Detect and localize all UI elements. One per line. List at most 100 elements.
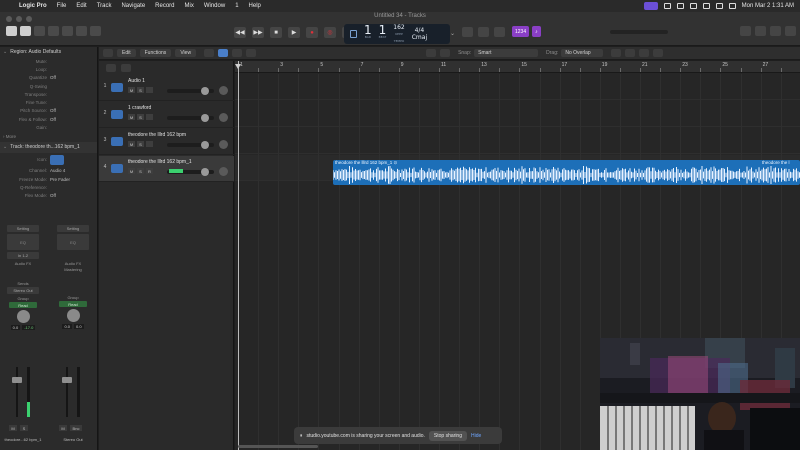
view-menu[interactable]: View [175, 49, 197, 57]
menu-navigate[interactable]: Navigate [116, 3, 150, 9]
fader-cap[interactable] [12, 377, 22, 383]
track-list-icon[interactable] [121, 64, 131, 72]
pan-knob[interactable] [219, 113, 228, 122]
stop-icon[interactable]: ■ [270, 27, 282, 38]
region-param[interactable]: Q-Swing [0, 82, 97, 90]
track-param[interactable]: Freeze Mode: Pre Fader [0, 175, 97, 183]
region-param[interactable]: Mute: [0, 57, 97, 65]
track-name[interactable]: theodore the lllrd 162 bpm [128, 132, 186, 138]
menu-help[interactable]: Help [244, 3, 266, 9]
notes-icon[interactable] [755, 26, 766, 36]
region-inspector-header[interactable]: ⌄ Region: Audio Defaults [0, 47, 97, 57]
horizontal-scrollbar[interactable] [238, 445, 318, 448]
back-icon[interactable] [103, 49, 113, 57]
bar-ruler[interactable]: 1 3 5 7 9 11 13 15 17 19 21 23 25 27 [235, 61, 800, 73]
horizontal-zoom-slider[interactable] [653, 49, 664, 57]
region-param[interactable]: Quantize Off [0, 74, 97, 82]
mute-button[interactable]: M [128, 168, 135, 174]
metronome-chip[interactable]: ♪ [532, 26, 541, 37]
track-lane[interactable] [235, 128, 800, 154]
solo-button[interactable]: S [137, 87, 144, 93]
mute-button[interactable]: M [128, 87, 135, 93]
screen-record-icon[interactable] [643, 2, 658, 10]
slider-knob[interactable] [201, 141, 209, 149]
track-row[interactable]: 3 theodore the lllrd 162 bpm M S [99, 129, 234, 155]
pan-knob[interactable] [66, 309, 80, 322]
stop-sharing-button[interactable]: Stop sharing [428, 430, 467, 441]
loop-browser-icon[interactable] [770, 26, 781, 36]
fast-forward-icon[interactable]: ▶▶ [252, 27, 264, 38]
track-name[interactable]: theodore the lllrd 162 bpm_1 [128, 159, 192, 165]
input-monitor-button[interactable] [146, 141, 153, 147]
capture-recording-icon[interactable]: ◎ [324, 27, 336, 38]
slider-knob[interactable] [201, 114, 209, 122]
library-toggle-icon[interactable] [6, 26, 17, 36]
snap-select[interactable]: Smart [474, 49, 539, 57]
hide-button[interactable]: Hide [471, 433, 481, 439]
edit-menu[interactable]: Edit [117, 49, 136, 57]
menu-track[interactable]: Track [92, 3, 117, 9]
track-icon[interactable] [111, 164, 123, 173]
region-param[interactable]: Flex & Follow: Off [0, 115, 97, 123]
list-editors-icon[interactable] [740, 26, 751, 36]
browsers-icon[interactable] [785, 26, 796, 36]
pan-knob[interactable] [219, 167, 228, 176]
track-name[interactable]: 1 crawford [128, 105, 151, 111]
eq-display[interactable]: EQ [57, 234, 89, 250]
menu-1[interactable]: 1 [230, 3, 243, 9]
master-volume-slider[interactable] [610, 30, 668, 34]
battery-icon[interactable] [689, 3, 697, 9]
wifi-icon[interactable] [702, 3, 710, 9]
functions-menu[interactable]: Functions [139, 49, 172, 57]
catch-icon[interactable] [246, 49, 257, 57]
output-slot[interactable]: Stereo Out [7, 287, 39, 294]
menu-record[interactable]: Record [150, 3, 179, 9]
region-param[interactable]: Fine Tune: [0, 98, 97, 106]
solo-button[interactable]: S [137, 114, 144, 120]
input-slot[interactable]: In 1-2 [7, 252, 39, 259]
solo-button[interactable]: S [20, 425, 28, 431]
waveform-zoom-icon[interactable] [611, 49, 622, 57]
eq-display[interactable]: EQ [7, 234, 39, 250]
playhead[interactable] [235, 61, 241, 450]
fader-cap[interactable] [62, 377, 72, 383]
list-view-icon[interactable] [204, 49, 215, 57]
record-enable-button[interactable]: R [146, 168, 153, 174]
menu-window[interactable]: Window [199, 3, 230, 9]
vertical-zoom-icon[interactable] [639, 49, 650, 57]
pan-knob[interactable] [219, 140, 228, 149]
track-icon[interactable] [111, 83, 123, 92]
count-in-chip[interactable]: 1234 [512, 26, 530, 37]
track-row[interactable]: 1 Audio 1 M S [99, 75, 234, 101]
mute-button[interactable]: M [128, 114, 135, 120]
region-param[interactable]: Gain: [0, 123, 97, 131]
rewind-icon[interactable]: ◀◀ [234, 27, 246, 38]
mute-button[interactable]: M [128, 141, 135, 147]
metronome-icon[interactable] [494, 27, 505, 37]
menu-app[interactable]: Logic Pro [14, 3, 52, 9]
track-name[interactable]: Audio 1 [128, 78, 145, 84]
track-icon[interactable] [111, 110, 123, 119]
fit-icon[interactable] [625, 49, 636, 57]
menu-edit[interactable]: Edit [71, 3, 91, 9]
track-volume-slider[interactable] [167, 114, 214, 122]
menu-mix[interactable]: Mix [180, 3, 199, 9]
mute-button[interactable]: M [59, 425, 67, 431]
menu-file[interactable]: File [52, 3, 72, 9]
flex-icon[interactable] [232, 49, 243, 57]
inspector-toggle-icon[interactable] [20, 26, 31, 36]
slider-knob[interactable] [201, 168, 209, 176]
pointer-tool-icon[interactable] [426, 49, 437, 57]
input-monitor-button[interactable] [146, 114, 153, 120]
track-param[interactable]: Flex Mode: Off [0, 192, 97, 200]
search-icon[interactable] [715, 3, 723, 9]
add-track-icon[interactable] [106, 64, 116, 72]
lcd-display[interactable]: 1 BAR 1 BEAT 162 KEEP TEMPO 4/4 Cmaj [344, 24, 450, 44]
input-monitor-button[interactable] [146, 87, 153, 93]
volume-fader[interactable] [11, 367, 35, 417]
count-in-icon[interactable] [478, 27, 489, 37]
audio-region[interactable]: theodore the lllrd 162 bpm_1 ⊙ theodore … [333, 160, 800, 185]
plus-tool-icon[interactable] [440, 49, 451, 57]
editors-toggle-icon[interactable] [90, 26, 101, 36]
mute-button[interactable]: M [9, 425, 17, 431]
